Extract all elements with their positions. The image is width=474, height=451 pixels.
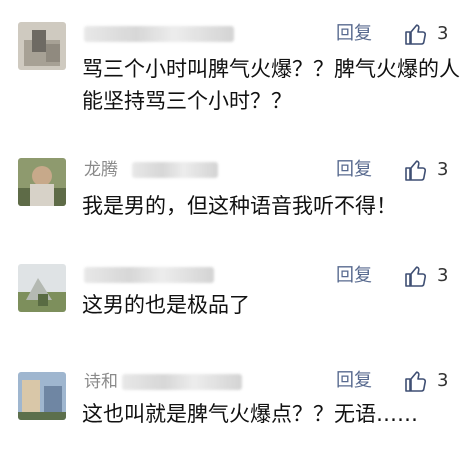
username[interactable]: 诗和 <box>84 372 118 392</box>
comment-text: 这男的也是极品了 <box>82 293 250 317</box>
avatar[interactable] <box>18 158 66 206</box>
like-count: 3 <box>437 370 449 391</box>
comment-text: 骂三个小时叫脾气火爆？？脾气火爆的人能坚持骂三个小时？？ <box>82 57 460 113</box>
reply-button[interactable]: 回复 <box>336 159 372 181</box>
like-count: 3 <box>437 159 449 180</box>
like-count: 3 <box>437 265 449 286</box>
username-redacted <box>84 267 214 283</box>
username-redacted <box>84 26 234 42</box>
like-count: 3 <box>437 23 449 44</box>
avatar[interactable] <box>18 372 66 420</box>
username-redacted <box>122 374 242 390</box>
reply-button[interactable]: 回复 <box>336 23 372 45</box>
thumbs-up-icon[interactable] <box>404 264 428 288</box>
username[interactable]: 龙腾 <box>84 160 118 180</box>
comment-text: 我是男的，但这种语音我听不得！ <box>82 194 397 218</box>
avatar[interactable] <box>18 22 66 70</box>
comment-text: 这也叫就是脾气火爆点？？无语…… <box>82 402 418 426</box>
thumbs-up-icon[interactable] <box>404 22 428 46</box>
avatar[interactable] <box>18 264 66 312</box>
reply-button[interactable]: 回复 <box>336 265 372 287</box>
username-redacted <box>132 162 218 178</box>
thumbs-up-icon[interactable] <box>404 158 428 182</box>
thumbs-up-icon[interactable] <box>404 369 428 393</box>
reply-button[interactable]: 回复 <box>336 370 372 392</box>
